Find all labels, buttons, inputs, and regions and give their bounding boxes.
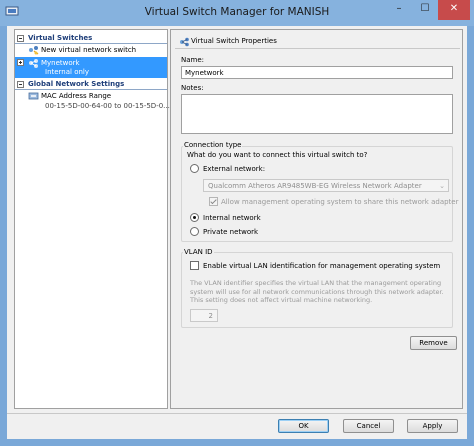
vlan-title: VLAN ID [183, 248, 214, 256]
cancel-button[interactable]: Cancel [343, 419, 394, 433]
title-bar[interactable]: Virtual Switch Manager for MANISH – ☐ ✕ [0, 0, 474, 26]
properties-pane: Virtual Switch Properties Name: Mynetwor… [170, 29, 463, 409]
private-network-radio[interactable] [190, 227, 199, 236]
new-switch-icon [29, 46, 39, 55]
external-network-label[interactable]: External network: [203, 165, 265, 173]
virtual-switch-icon [180, 37, 189, 47]
connection-type-title: Connection type [183, 141, 243, 149]
virtual-switch-icon [29, 59, 38, 68]
name-label: Name: [181, 56, 205, 64]
dialog-body: Virtual Switches New virtual network swi… [7, 26, 467, 439]
name-input[interactable]: Mynetwork [181, 66, 453, 79]
tree-item-sublabel: 00-15-5D-00-64-00 to 00-15-5D-0... [45, 102, 170, 110]
section-label: Virtual Switches [28, 34, 93, 42]
network-adapter-dropdown[interactable]: Qualcomm Atheros AR9485WB-EG Wireless Ne… [203, 179, 449, 192]
vlan-description: The VLAN identifier specifies the virtua… [190, 279, 444, 304]
footer-divider [7, 413, 467, 414]
tree-item-sublabel: Internal only [45, 68, 90, 76]
enable-vlan-label[interactable]: Enable virtual LAN identification for ma… [203, 262, 440, 270]
private-network-label[interactable]: Private network [203, 228, 258, 236]
allow-management-checkbox[interactable] [209, 197, 218, 206]
internal-network-label[interactable]: Internal network [203, 214, 261, 222]
tree-item-label: New virtual network switch [41, 46, 137, 54]
virtual-switch-manager-window: Virtual Switch Manager for MANISH – ☐ ✕ … [0, 0, 474, 446]
maximize-button[interactable]: ☐ [412, 0, 438, 20]
tree-item-label: MAC Address Range [41, 92, 112, 100]
collapse-icon[interactable] [17, 35, 24, 42]
internal-network-radio[interactable] [190, 213, 199, 222]
close-button[interactable]: ✕ [438, 0, 470, 20]
section-virtual-switches[interactable]: Virtual Switches [15, 33, 167, 44]
ok-button[interactable]: OK [278, 419, 329, 433]
external-network-radio[interactable] [190, 164, 199, 173]
apply-button[interactable]: Apply [407, 419, 458, 433]
tree-item-label: Mynetwork [41, 59, 80, 67]
minimize-button[interactable]: – [386, 0, 412, 20]
collapse-icon[interactable] [17, 81, 24, 88]
tree-item-new-switch[interactable]: New virtual network switch [15, 45, 167, 56]
connection-question: What do you want to connect this virtual… [187, 151, 368, 159]
notes-textarea[interactable] [181, 94, 453, 134]
notes-label: Notes: [181, 84, 204, 92]
section-divider [15, 43, 167, 44]
vlan-id-input[interactable]: 2 [190, 309, 218, 322]
tree-item-mynetwork[interactable]: Mynetwork Internal only [15, 57, 167, 78]
section-label: Global Network Settings [28, 80, 125, 88]
properties-title: Virtual Switch Properties [191, 37, 277, 45]
enable-vlan-checkbox[interactable] [190, 261, 199, 270]
remove-button[interactable]: Remove [410, 336, 457, 350]
network-adapter-value: Qualcomm Atheros AR9485WB-EG Wireless Ne… [208, 182, 422, 190]
expand-icon[interactable] [17, 59, 24, 66]
header-divider [175, 48, 460, 49]
tree-item-mac-address-range[interactable]: MAC Address Range 00-15-5D-00-64-00 to 0… [15, 91, 170, 112]
network-adapter-icon [28, 92, 39, 100]
allow-management-label: Allow management operating system to sha… [221, 198, 459, 206]
chevron-down-icon: ⌄ [439, 182, 445, 190]
section-global-network-settings[interactable]: Global Network Settings [15, 79, 167, 90]
navigation-tree[interactable]: Virtual Switches New virtual network swi… [14, 29, 170, 409]
section-divider [15, 89, 167, 90]
